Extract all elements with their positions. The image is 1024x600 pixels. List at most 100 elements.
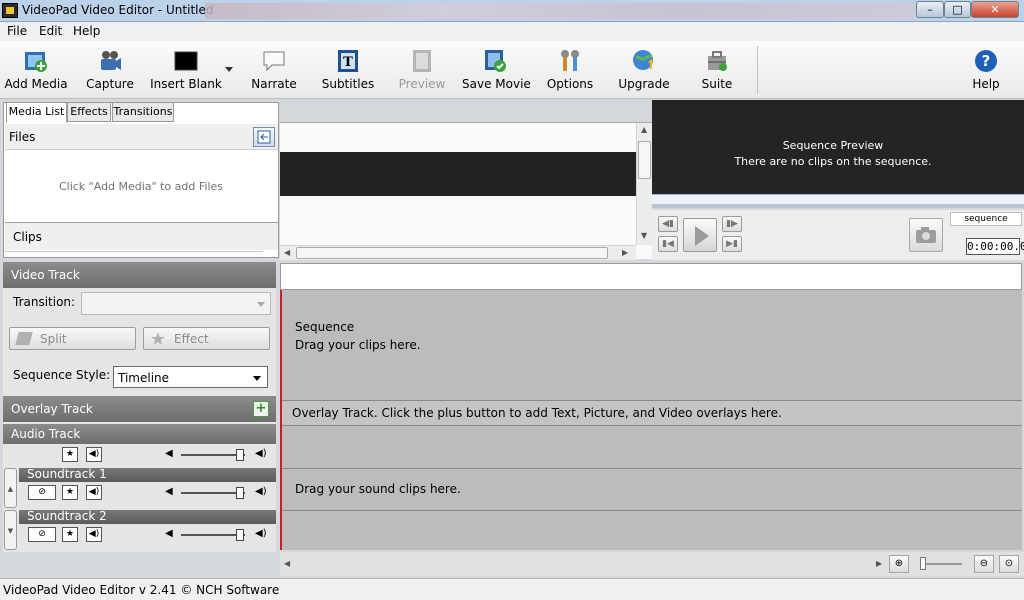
audio-volume-knob[interactable] — [236, 449, 244, 461]
sequence-style-select[interactable]: Timeline — [113, 366, 268, 388]
toolbar: Add Media Capture Insert Blank Narrate T… — [0, 41, 1024, 99]
add-media-button[interactable]: Add Media — [4, 41, 68, 99]
help-button[interactable]: ? Help — [966, 41, 1006, 99]
zoom-in-button[interactable]: ⊕ — [889, 555, 909, 573]
close-button[interactable]: ✕ — [971, 1, 1019, 18]
vertical-scrollbar[interactable]: ▲ ▼ — [636, 123, 652, 245]
step-back-button[interactable]: ◀▮ — [658, 216, 678, 232]
go-start-button[interactable]: ▮◀ — [658, 236, 678, 252]
timeline-area[interactable]: Sequence Drag your clips here. Overlay T… — [280, 290, 1022, 550]
soundtrack-1-effect-button[interactable]: ★ — [62, 485, 78, 500]
narrate-button[interactable]: Narrate — [250, 41, 298, 99]
app-logo-icon — [2, 3, 18, 18]
menu-file[interactable]: File — [7, 24, 27, 38]
scroll-up-icon[interactable]: ▲ — [641, 125, 647, 134]
snapshot-button[interactable] — [909, 218, 943, 252]
suite-toolbox-icon — [708, 51, 727, 71]
tab-media-list[interactable]: Media List — [6, 102, 67, 123]
insert-blank-dropdown-icon[interactable] — [225, 67, 233, 72]
zoom-in-icon: ⊕ — [894, 558, 904, 569]
zoom-slider-knob[interactable] — [920, 557, 926, 570]
menu-bar: File Edit Help — [0, 22, 1024, 41]
soundtrack-1-header: Soundtrack 1 — [19, 467, 276, 482]
add-overlay-button[interactable]: + — [253, 401, 269, 417]
volume-high-icon: ◀) — [255, 486, 267, 497]
save-movie-button[interactable]: Save Movie — [462, 41, 531, 99]
volume-low-icon: ◀ — [165, 486, 173, 497]
play-button[interactable] — [683, 218, 717, 252]
narrate-speech-icon — [263, 51, 285, 72]
track-controls-panel: Video Track Transition: Split Effect Seq… — [3, 262, 276, 552]
soundtrack-2-effect-button[interactable]: ★ — [62, 527, 78, 542]
split-label: Split — [40, 332, 67, 346]
audio-effect-button[interactable]: ★ — [62, 447, 78, 462]
subtitles-button[interactable]: T Subtitles — [320, 41, 376, 99]
effect-button[interactable]: Effect — [143, 327, 270, 350]
soundtrack-2-controls: ⊘ ★ ◀) ◀ ◀) — [3, 526, 276, 544]
options-button[interactable]: Options — [545, 41, 595, 99]
transition-select[interactable] — [81, 292, 271, 315]
minimize-button[interactable]: – — [916, 1, 944, 18]
horizontal-scrollbar[interactable]: ◀ ▶ — [280, 245, 636, 260]
toolbar-separator — [757, 46, 758, 94]
scroll-right-icon[interactable]: ▶ — [622, 248, 628, 257]
files-header: Files — [5, 124, 278, 150]
volume-low-icon: ◀ — [165, 448, 173, 459]
soundtrack-2-mute-button[interactable]: ⊘ — [28, 527, 56, 542]
timeline-scroll-left-icon[interactable]: ◀ — [284, 559, 290, 568]
soundtrack-1-speaker-button[interactable]: ◀) — [86, 485, 102, 500]
go-end-button[interactable]: ▶▮ — [722, 236, 742, 252]
zoom-slider-track[interactable] — [922, 563, 962, 565]
suite-button[interactable]: Suite — [695, 41, 739, 99]
soundtrack-1-volume-knob[interactable] — [236, 487, 244, 499]
timeline-ruler[interactable] — [280, 263, 1022, 290]
soundtrack-1-controls: ⊘ ★ ◀) ◀ ◀) — [3, 484, 276, 502]
tab-effects[interactable]: Effects — [67, 102, 111, 122]
overlay-track-header: Overlay Track + — [3, 396, 276, 422]
timeline-scroll-right-icon[interactable]: ▶ — [876, 559, 882, 568]
upgrade-button[interactable]: Upgrade — [617, 41, 671, 99]
soundtrack-2-volume-knob[interactable] — [236, 529, 244, 541]
audio-lane-hint: Drag your sound clips here. — [295, 482, 461, 496]
scroll-left-icon[interactable]: ◀ — [284, 248, 290, 257]
preview-seek-bar[interactable] — [652, 194, 1024, 208]
audio-speaker-button[interactable]: ◀) — [86, 447, 102, 462]
sequence-tab[interactable]: sequence — [950, 212, 1022, 226]
narrate-label: Narrate — [251, 77, 297, 91]
overlay-lane-hint: Overlay Track. Click the plus button to … — [292, 406, 782, 420]
zoom-out-button[interactable]: ⊖ — [974, 555, 994, 573]
soundtrack-2-speaker-button[interactable]: ◀) — [86, 527, 102, 542]
audio-lane-divider — [282, 510, 1022, 511]
capture-camera-icon — [101, 51, 121, 70]
soundtrack-1-mute-button[interactable]: ⊘ — [28, 485, 56, 500]
svg-text:T: T — [343, 55, 353, 70]
files-view-button[interactable] — [253, 127, 275, 147]
split-button[interactable]: Split — [9, 327, 136, 350]
files-title: Files — [9, 130, 36, 144]
step-forward-button[interactable]: ▮▶ — [722, 216, 742, 232]
overlay-track-title: Overlay Track — [11, 402, 93, 416]
background-tabs-blur — [205, 3, 915, 19]
insert-blank-button[interactable]: Insert Blank — [150, 41, 222, 99]
preview-button[interactable]: Preview — [396, 41, 448, 99]
save-movie-label: Save Movie — [462, 77, 531, 91]
menu-help[interactable]: Help — [73, 24, 100, 38]
audio-track-title: Audio Track — [11, 427, 81, 441]
soundtrack-2-title: Soundtrack 2 — [27, 509, 107, 523]
zoom-fit-button[interactable]: ⊙ — [999, 555, 1019, 573]
horizontal-scroll-thumb[interactable] — [296, 247, 608, 259]
overlay-lane[interactable]: Overlay Track. Click the plus button to … — [282, 400, 1022, 426]
vertical-scroll-thumb[interactable] — [638, 141, 651, 179]
volume-high-icon: ◀) — [255, 448, 267, 459]
step-back-icon: ◀▮ — [662, 219, 674, 229]
maximize-button[interactable]: □ — [944, 1, 971, 18]
scroll-down-icon[interactable]: ▼ — [641, 231, 647, 240]
preview-label: Preview — [398, 77, 446, 91]
options-label: Options — [546, 77, 594, 91]
sequence-preview: Sequence Preview There are no clips on t… — [652, 100, 1024, 194]
tab-transitions[interactable]: Transitions — [112, 102, 174, 122]
capture-button[interactable]: Capture — [84, 41, 136, 99]
menu-edit[interactable]: Edit — [39, 24, 62, 38]
effect-star-icon — [151, 332, 165, 345]
split-icon — [15, 332, 33, 345]
